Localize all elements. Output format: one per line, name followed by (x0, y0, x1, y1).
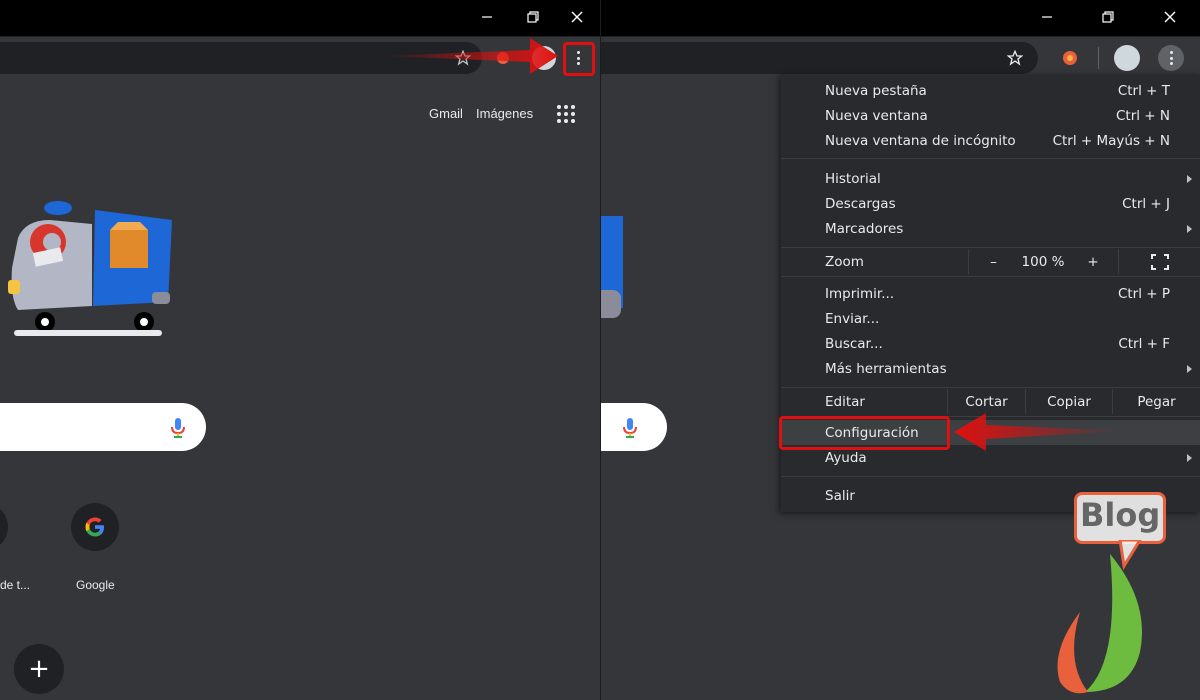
menu-item-shortcut: Ctrl + P (1117, 285, 1170, 302)
left-browser-panel: Gmail Imágenes de t... Google + (0, 0, 600, 700)
menu-item-label: Imprimir... (825, 285, 895, 302)
toolbar-separator (1098, 47, 1099, 69)
menu-item-history[interactable]: Historial (781, 166, 1200, 191)
restore-icon (1102, 11, 1114, 23)
menu-item-shortcut: Ctrl + T (1117, 82, 1170, 99)
menu-separator (781, 276, 1200, 277)
minimize-icon (1042, 16, 1052, 18)
menu-item-shortcut: Ctrl + N (1115, 107, 1170, 124)
menu-separator (781, 158, 1200, 159)
edit-label: Editar (825, 393, 865, 410)
minimize-button[interactable] (1024, 0, 1070, 34)
menu-item-label: Buscar... (825, 335, 883, 352)
restore-button[interactable] (510, 0, 556, 34)
doodle-truck-part (601, 290, 621, 318)
menu-item-label: Nueva ventana de incógnito (825, 132, 1016, 149)
menu-item-new-tab[interactable]: Nueva pestaña Ctrl + T (781, 78, 1200, 103)
menu-item-print[interactable]: Imprimir... Ctrl + P (781, 281, 1200, 306)
menu-separator (781, 476, 1200, 477)
blog-logo-text: Blog (1080, 496, 1161, 534)
menu-item-find[interactable]: Buscar... Ctrl + F (781, 331, 1200, 356)
minimize-button[interactable] (464, 0, 510, 34)
menu-item-label: Marcadores (825, 220, 904, 237)
profile-avatar[interactable] (1114, 45, 1140, 71)
menu-item-cast[interactable]: Enviar... (781, 306, 1200, 331)
menu-item-label: Más herramientas (825, 360, 947, 377)
menu-item-bookmarks[interactable]: Marcadores (781, 216, 1200, 241)
menu-item-shortcut: Ctrl + J (1122, 195, 1170, 212)
menu-item-new-window[interactable]: Nueva ventana Ctrl + N (781, 103, 1200, 128)
google-g-icon (85, 517, 104, 537)
copy-button[interactable]: Copiar (1025, 389, 1112, 414)
fullscreen-button[interactable] (1118, 249, 1200, 274)
submenu-arrow-icon (1187, 364, 1192, 373)
zoom-in-button[interactable]: + (1068, 249, 1118, 274)
address-bar[interactable] (601, 42, 1038, 74)
menu-item-label: Nueva pestaña (825, 82, 927, 99)
extension-icon[interactable] (1060, 48, 1080, 68)
title-bar (601, 0, 1200, 36)
minimize-icon (482, 16, 492, 18)
menu-item-label: Enviar... (825, 310, 880, 327)
menu-item-label: Descargas (825, 195, 896, 212)
voice-search-mic-icon[interactable] (171, 418, 185, 438)
highlight-box (779, 416, 950, 450)
chrome-menu-button[interactable] (1158, 45, 1184, 71)
voice-search-mic-icon[interactable] (623, 418, 637, 438)
restore-button[interactable] (1085, 0, 1131, 34)
apps-grid-icon[interactable] (557, 105, 575, 123)
blog-watermark-logo: Blog (1040, 490, 1170, 695)
menu-item-label: Historial (825, 170, 881, 187)
zoom-out-button[interactable]: – (968, 249, 1018, 274)
close-button[interactable] (1147, 0, 1193, 34)
menu-item-label: Salir (825, 487, 855, 504)
add-shortcut-button[interactable]: + (14, 644, 64, 694)
zoom-level: 100 % (1021, 253, 1065, 270)
submenu-arrow-icon (1187, 224, 1192, 233)
images-link[interactable]: Imágenes (476, 106, 533, 121)
close-button[interactable] (554, 0, 600, 34)
menu-separator (781, 247, 1200, 248)
highlight-box (563, 42, 595, 76)
gmail-link[interactable]: Gmail (429, 106, 463, 121)
doodle-truck-image (8, 201, 172, 336)
title-bar (0, 0, 600, 36)
menu-item-downloads[interactable]: Descargas Ctrl + J (781, 191, 1200, 216)
more-vert-icon (1169, 51, 1173, 65)
menu-item-shortcut: Ctrl + Mayús + N (1052, 132, 1170, 149)
zoom-label: Zoom (825, 253, 864, 270)
annotation-arrow (380, 38, 558, 74)
paste-button[interactable]: Pegar (1112, 389, 1200, 414)
submenu-arrow-icon (1187, 453, 1192, 462)
cut-button[interactable]: Cortar (947, 389, 1025, 414)
close-icon (571, 11, 583, 23)
annotation-arrow (954, 413, 1125, 451)
menu-item-incognito[interactable]: Nueva ventana de incógnito Ctrl + Mayús … (781, 128, 1200, 153)
bookmark-star-icon[interactable] (1006, 49, 1024, 67)
menu-item-shortcut: Ctrl + F (1118, 335, 1170, 352)
close-icon (1164, 11, 1176, 23)
menu-item-more-tools[interactable]: Más herramientas (781, 356, 1200, 381)
menu-item-label: Ayuda (825, 449, 867, 466)
submenu-arrow-icon (1187, 174, 1192, 183)
shortcut-label-google: Google (76, 578, 115, 592)
menu-separator (781, 387, 1200, 388)
shortcut-tile-google[interactable] (71, 503, 119, 551)
menu-item-label: Nueva ventana (825, 107, 928, 124)
shortcut-label-1: de t... (0, 578, 31, 592)
restore-icon (527, 11, 539, 23)
menu-edit-row: Editar Cortar Copiar Pegar (781, 389, 1200, 414)
fullscreen-icon (1150, 253, 1169, 270)
menu-zoom-row: Zoom – 100 % + (781, 249, 1200, 274)
shortcut-tile-1[interactable] (0, 503, 8, 551)
